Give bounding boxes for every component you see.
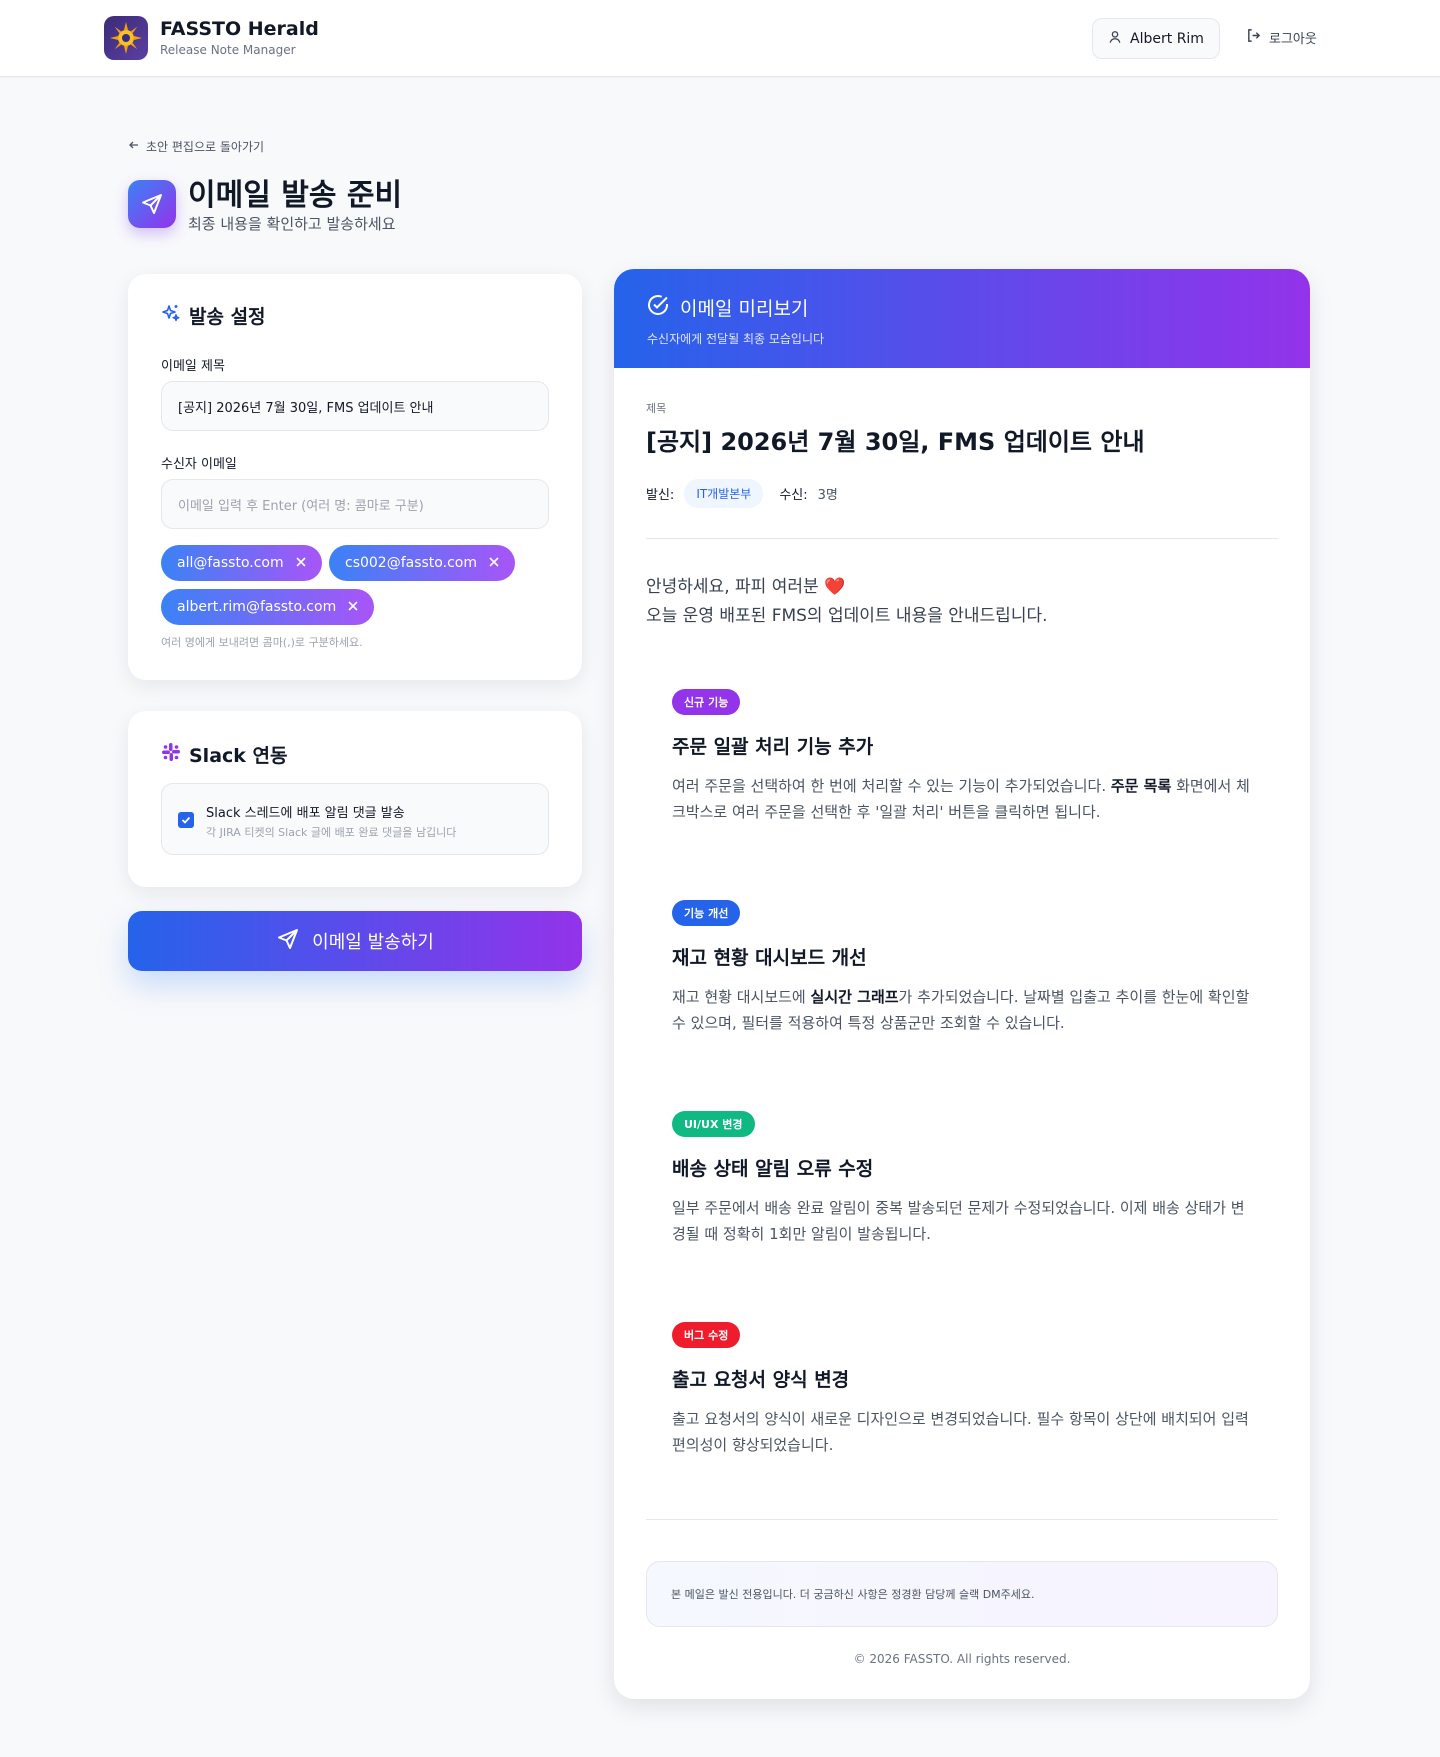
preview-subtitle: 수신자에게 전달될 최종 모습입니다 [647,332,825,346]
arrow-left-icon [128,139,140,154]
send-settings-heading: 발송 설정 [161,302,266,329]
remove-recipient-icon[interactable] [348,599,358,615]
greeting: 안녕하세요, 파피 여러분 ❤️ 오늘 운영 배포된 FMS의 업데이트 내용을… [646,573,1048,631]
recipients-hint: 여러 명에게 보내려면 콤마(,)로 구분하세요. [161,636,363,649]
slack-icon [161,742,181,767]
preview-subject: [공지] 2026년 7월 30일, FMS 업데이트 안내 [646,428,1145,456]
logout-icon [1246,28,1261,47]
section-badge: 기능 개선 [672,900,741,926]
slack-option-desc: 각 JIRA 티켓의 Slack 글에 배포 완료 댓글을 남깁니다 [206,826,457,839]
section-badge: 신규 기능 [672,689,741,715]
section-badge: UI/UX 변경 [672,1111,755,1137]
send-icon [128,180,176,228]
recipient-chip: all@fassto.com [161,545,322,581]
section-body: 일부 주문에서 배송 완료 알림이 중복 발송되던 문제가 수정되었습니다. 이… [672,1199,1245,1243]
send-email-label: 이메일 발송하기 [312,932,434,953]
sender-badge: IT개발본부 [684,479,764,508]
brand-title: FASSTO Herald [160,18,319,40]
section-badge: 버그 수정 [672,1322,741,1348]
recipients-label: 수신자 이메일 [161,457,237,472]
divider [646,538,1278,539]
section-body: 여러 주문을 선택하여 한 번에 처리할 수 있는 기능이 추가되었습니다. 주… [672,777,1250,821]
recipient-email: albert.rim@fassto.com [177,599,337,615]
user-icon [1108,30,1122,48]
preview-meta: 발신: IT개발본부 수신: 3명 [646,479,838,508]
recipient-chip: albert.rim@fassto.com [161,589,375,625]
recipient-chip: cs002@fassto.com [329,545,515,581]
copyright: © 2026 FASSTO. All rights reserved. [853,1652,1071,1666]
send-settings-card: 발송 설정 이메일 제목 [공지] 2026년 7월 30일, FMS 업데이트… [128,274,582,680]
greeting-line-2: 오늘 운영 배포된 FMS의 업데이트 내용을 안내드립니다. [646,606,1048,626]
section-title: 재고 현황 대시보드 개선 [672,947,867,969]
divider [646,1519,1278,1520]
brand[interactable]: FASSTO Herald Release Note Manager [104,16,319,60]
footer-note: 본 메일은 발신 전용입니다. 더 궁금하신 사항은 정경환 담당께 슬랙 DM… [646,1561,1278,1627]
send-settings-title: 발송 설정 [189,306,266,328]
section-title: 출고 요청서 양식 변경 [672,1369,850,1391]
remove-recipient-icon[interactable] [489,555,499,571]
slack-heading: Slack 연동 [161,741,288,768]
slack-title: Slack 연동 [189,745,288,767]
preview-subject-label: 제목 [646,402,667,415]
back-label: 초안 편집으로 돌아가기 [146,140,265,154]
recipient-email: all@fassto.com [177,555,284,571]
check-circle-icon [646,293,670,322]
back-to-draft-link[interactable]: 초안 편집으로 돌아가기 [128,138,264,155]
section-body: 출고 요청서의 양식이 새로운 디자인으로 변경되었습니다. 필수 항목이 상단… [672,1410,1249,1454]
slack-option[interactable]: Slack 스레드에 배포 알림 댓글 발송 각 JIRA 티켓의 Slack … [161,783,549,855]
app-header: FASSTO Herald Release Note Manager Alber… [0,0,1440,77]
subject-input[interactable]: [공지] 2026년 7월 30일, FMS 업데이트 안내 [161,381,549,431]
brand-logo-icon [104,16,148,60]
slack-checkbox[interactable] [178,812,194,828]
user-name: Albert Rim [1130,30,1204,47]
remove-recipient-icon[interactable] [296,555,306,571]
section-title: 배송 상태 알림 오류 수정 [672,1158,874,1180]
preview-title: 이메일 미리보기 [680,298,809,320]
sender-label: 발신: [646,488,675,503]
recipients-input[interactable]: 이메일 입력 후 Enter (여러 명: 콤마로 구분) [161,479,549,529]
recipients-count: 3명 [817,488,838,503]
page-title: 이메일 발송 준비 [188,178,403,213]
send-icon [276,927,300,956]
greeting-line-1: 안녕하세요, 파피 여러분 ❤️ [646,577,846,597]
recipient-email: cs002@fassto.com [345,555,477,571]
slack-card: Slack 연동 Slack 스레드에 배포 알림 댓글 발송 각 JIRA 티… [128,711,582,887]
brand-subtitle: Release Note Manager [160,43,296,57]
user-menu-button[interactable]: Albert Rim [1092,18,1220,59]
preview-header: 이메일 미리보기 수신자에게 전달될 최종 모습입니다 [614,269,1310,368]
page-subtitle: 최종 내용을 확인하고 발송하세요 [188,215,396,233]
section-body: 재고 현황 대시보드에 실시간 그래프가 추가되었습니다. 날짜별 입출고 추이… [672,988,1250,1032]
send-email-button[interactable]: 이메일 발송하기 [128,911,582,971]
subject-label: 이메일 제목 [161,359,225,374]
slack-option-label: Slack 스레드에 배포 알림 댓글 발송 [206,806,405,821]
sparkles-icon [161,303,181,328]
logout-button[interactable]: 로그아웃 [1246,28,1317,47]
email-preview: 이메일 미리보기 수신자에게 전달될 최종 모습입니다 제목 [공지] 2026… [614,269,1310,1699]
recipients-count-label: 수신: [779,488,808,503]
section-title: 주문 일괄 처리 기능 추가 [672,736,874,758]
logout-label: 로그아웃 [1269,32,1317,47]
